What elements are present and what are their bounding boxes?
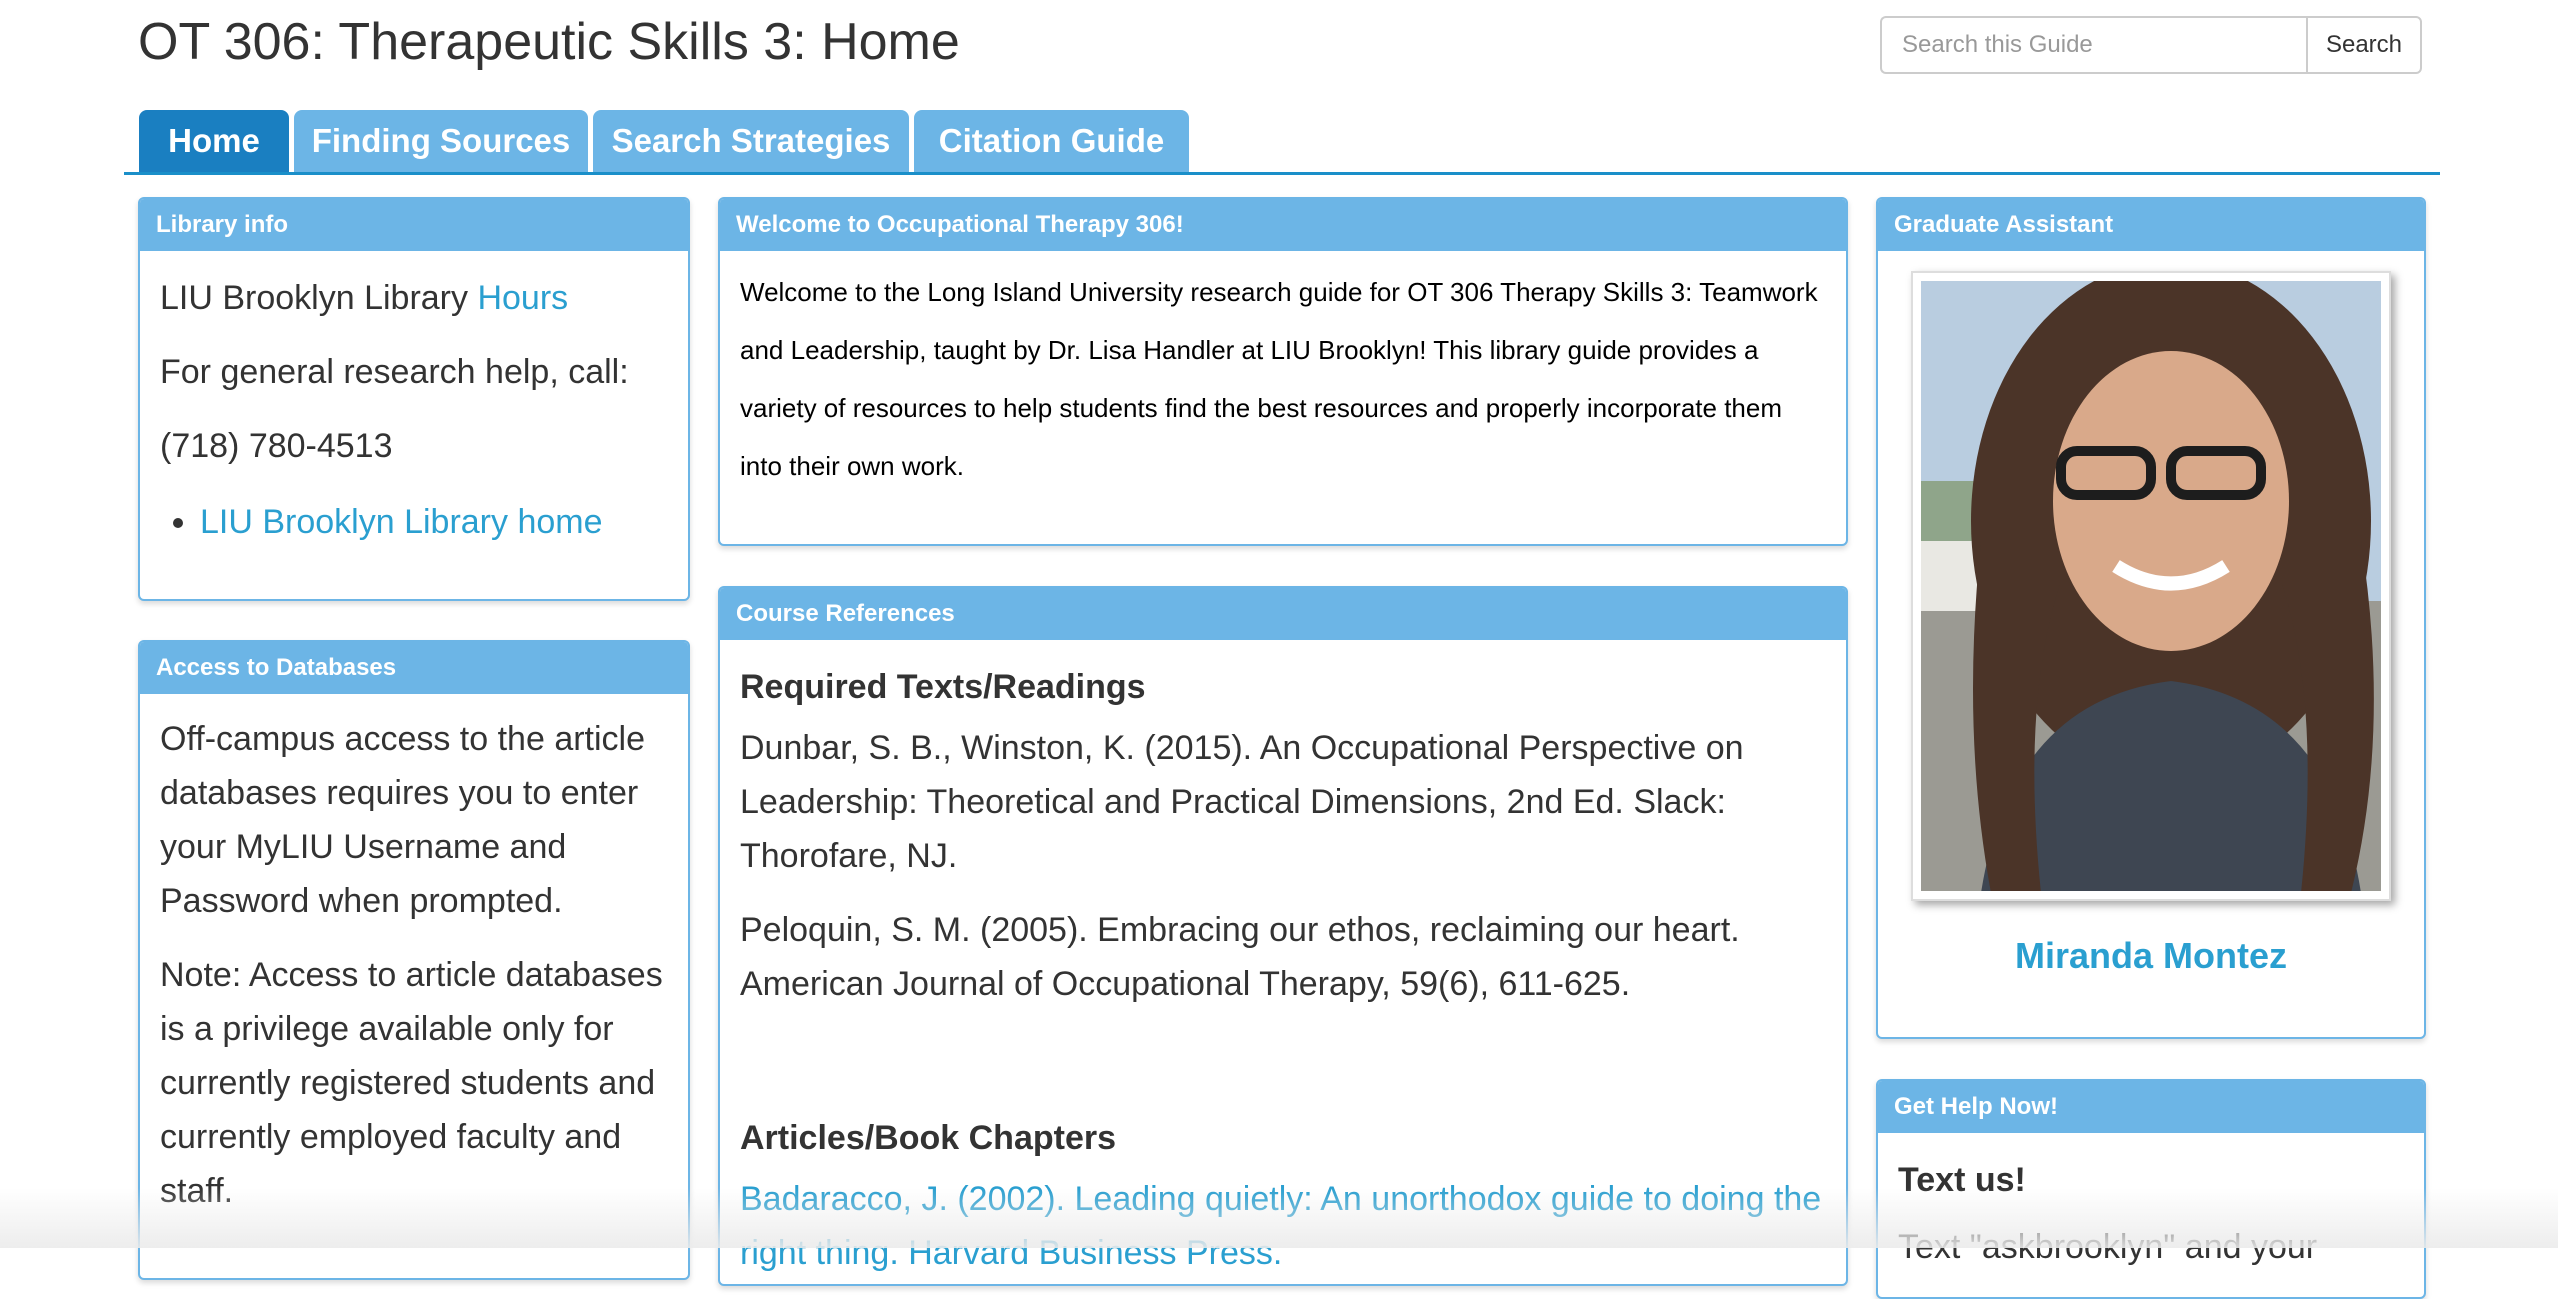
databases-access-text: Off-campus access to the article databas… (160, 720, 646, 920)
reference-item: Peloquin, S. M. (2005). Embracing our et… (740, 911, 1740, 1003)
reference-item: Dunbar, S. B., Winston, K. (2015). An Oc… (740, 729, 1744, 875)
search-button[interactable]: Search (2306, 16, 2422, 74)
tab-search-strategies[interactable]: Search Strategies (593, 110, 909, 172)
bottom-fade (0, 1188, 2558, 1248)
library-home-link[interactable]: LIU Brooklyn Library home (200, 503, 603, 541)
graduate-assistant-panel: Graduate Assistant Miranda Montez (1876, 197, 2426, 1039)
required-texts-heading: Required Texts/Readings (740, 668, 1146, 706)
library-hours-line: LIU Brooklyn Library Hours (160, 271, 668, 325)
databases-note-text: Note: Access to article databases is a p… (160, 956, 663, 1210)
welcome-text: Welcome to the Long Island University re… (740, 277, 1818, 481)
welcome-panel: Welcome to Occupational Therapy 306! Wel… (718, 197, 1848, 546)
list-item: LIU Brooklyn Library home (200, 495, 668, 549)
databases-heading: Access to Databases (140, 642, 688, 694)
databases-panel: Access to Databases Off-campus access to… (138, 640, 690, 1280)
tab-home[interactable]: Home (139, 110, 289, 172)
welcome-heading: Welcome to Occupational Therapy 306! (720, 199, 1846, 251)
assistant-photo-frame (1911, 271, 2391, 901)
library-links: LIU Brooklyn Library home (160, 495, 668, 549)
assistant-photo (1921, 281, 2381, 891)
articles-heading: Articles/Book Chapters (740, 1119, 1116, 1157)
course-references-panel: Course References Required Texts/Reading… (718, 586, 1848, 1286)
library-info-panel: Library info LIU Brooklyn Library Hours … (138, 197, 690, 601)
graduate-assistant-heading: Graduate Assistant (1878, 199, 2424, 251)
assistant-name-link[interactable]: Miranda Montez (1898, 935, 2404, 977)
tab-citation-guide[interactable]: Citation Guide (914, 110, 1189, 172)
search-input[interactable] (1880, 16, 2306, 74)
phone-number: (718) 780-4513 (160, 427, 393, 465)
guide-search: Search (1880, 16, 2422, 76)
hours-link[interactable]: Hours (477, 279, 568, 317)
guide-tabs: Home Finding Sources Search Strategies C… (124, 108, 2440, 175)
get-help-heading: Get Help Now! (1878, 1081, 2424, 1133)
library-name: LIU Brooklyn Library (160, 279, 478, 317)
research-help-text: For general research help, call: (160, 353, 629, 391)
portrait-image (1921, 281, 2381, 891)
library-info-heading: Library info (140, 199, 688, 251)
course-references-heading: Course References (720, 588, 1846, 640)
page-title: OT 306: Therapeutic Skills 3: Home (138, 13, 960, 71)
tab-finding-sources[interactable]: Finding Sources (294, 110, 588, 172)
